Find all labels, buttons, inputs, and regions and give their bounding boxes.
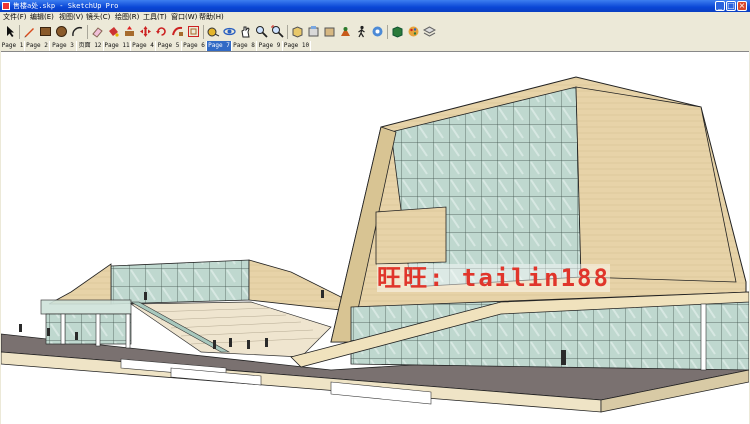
- tape-measure-icon[interactable]: [207, 25, 220, 38]
- watermark-text: 旺旺: tailin188: [377, 264, 610, 292]
- move-icon[interactable]: [139, 25, 152, 38]
- grand-stair: [129, 301, 332, 358]
- scene-tabs: Page 1 Page 2 Page 3 页面 12 Page 11 Page …: [0, 41, 750, 51]
- building-model: [1, 76, 749, 413]
- zoom-extents-icon[interactable]: [271, 25, 284, 38]
- views-iso-icon[interactable]: [291, 25, 304, 38]
- toolbar-separator: [387, 25, 388, 39]
- layers-icon[interactable]: [423, 25, 436, 38]
- pan-icon[interactable]: [239, 25, 252, 38]
- rotate-icon[interactable]: [155, 25, 168, 38]
- paint-bucket-icon[interactable]: [107, 25, 120, 38]
- close-button[interactable]: ×: [737, 1, 747, 11]
- offset-icon[interactable]: [187, 25, 200, 38]
- menu-help[interactable]: 帮助(H): [199, 12, 224, 23]
- toolbar-separator: [19, 25, 20, 39]
- maximize-button[interactable]: □: [726, 1, 736, 11]
- eraser-icon[interactable]: [91, 25, 104, 38]
- title-bar: 售楼a处.skp - SketchUp Pro _ □ ×: [0, 0, 750, 12]
- tab-page-1[interactable]: Page 1: [1, 41, 25, 51]
- window-title: 售楼a处.skp - SketchUp Pro: [13, 2, 119, 10]
- tab-page-6[interactable]: Page 6: [182, 41, 207, 51]
- menu-tools[interactable]: 工具(T): [143, 12, 167, 23]
- tab-page-4[interactable]: Page 4: [131, 41, 156, 51]
- menu-window[interactable]: 窗口(W): [171, 12, 197, 23]
- tab-page-9[interactable]: Page 9: [257, 41, 283, 51]
- menu-draw[interactable]: 绘图(R): [115, 12, 139, 23]
- toolbar-separator: [203, 25, 204, 39]
- model-viewport[interactable]: 旺旺: tailin188: [1, 51, 749, 424]
- zoom-icon[interactable]: [255, 25, 268, 38]
- tab-page-11[interactable]: Page 11: [104, 41, 131, 51]
- tab-page-5[interactable]: Page 5: [156, 41, 182, 51]
- components-icon[interactable]: [391, 25, 404, 38]
- orbit-icon[interactable]: [223, 25, 236, 38]
- materials-icon[interactable]: [407, 25, 420, 38]
- views-top-icon[interactable]: [307, 25, 320, 38]
- walk-icon[interactable]: [355, 25, 368, 38]
- circle-icon[interactable]: [55, 25, 68, 38]
- push-pull-icon[interactable]: [123, 25, 136, 38]
- pencil-icon[interactable]: [23, 25, 36, 38]
- tab-page-7[interactable]: Page 7: [207, 41, 232, 51]
- menu-edit[interactable]: 编辑(E): [30, 12, 54, 23]
- toolbar-separator: [287, 25, 288, 39]
- minimize-button[interactable]: _: [715, 1, 725, 11]
- menu-view[interactable]: 视图(V): [59, 12, 83, 23]
- sketchup-app-icon: [2, 2, 10, 10]
- toolbar-separator: [87, 25, 88, 39]
- views-front-icon[interactable]: [323, 25, 336, 38]
- look-around-icon[interactable]: [371, 25, 384, 38]
- tab-page-12[interactable]: 页面 12: [77, 41, 104, 51]
- toolbar: [0, 23, 750, 41]
- left-glass-pavilion: [110, 259, 250, 305]
- tab-page-2[interactable]: Page 2: [25, 41, 50, 51]
- arc-icon[interactable]: [71, 25, 84, 38]
- position-camera-icon[interactable]: [339, 25, 352, 38]
- tab-page-3[interactable]: Page 3: [50, 41, 77, 51]
- tab-page-8[interactable]: Page 8: [232, 41, 257, 51]
- menu-file[interactable]: 文件(F): [3, 12, 27, 23]
- menu-bar: 文件(F) 编辑(E) 视图(V) 镜头(C) 绘图(R) 工具(T) 窗口(W…: [0, 12, 750, 23]
- select-icon[interactable]: [4, 25, 17, 38]
- menu-camera[interactable]: 镜头(C): [86, 12, 110, 23]
- tab-page-10[interactable]: Page 10: [283, 41, 311, 51]
- follow-me-icon[interactable]: [171, 25, 184, 38]
- rectangle-icon[interactable]: [39, 25, 52, 38]
